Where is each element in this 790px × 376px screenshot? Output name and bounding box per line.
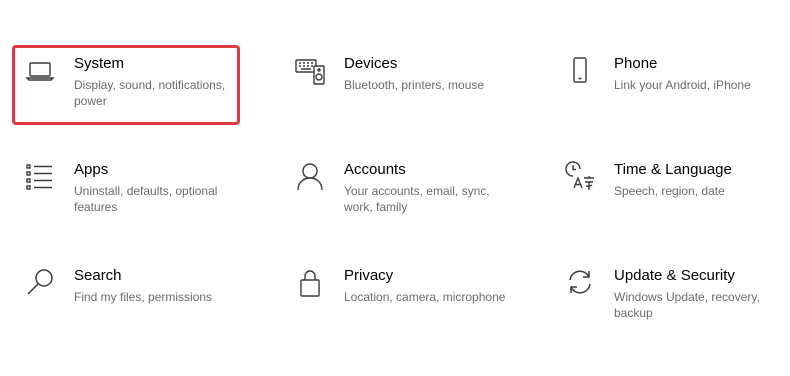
settings-tile-accounts[interactable]: Accounts Your accounts, email, sync, wor… — [286, 154, 526, 244]
tile-description: Location, camera, microphone — [344, 290, 506, 304]
phone-icon — [564, 54, 596, 86]
settings-tile-apps[interactable]: Apps Uninstall, defaults, optional featu… — [16, 154, 256, 244]
tile-title: Devices — [344, 55, 398, 72]
tile-title: Time & Language — [614, 161, 732, 178]
keyboard-speaker-icon — [294, 54, 326, 86]
selection-highlight — [12, 45, 240, 125]
apps-list-icon — [24, 160, 56, 192]
settings-tile-time-language[interactable]: Time & Language Speech, region, date — [556, 154, 790, 244]
settings-tile-search[interactable]: Search Find my files, permissions — [16, 260, 256, 350]
tile-description: Windows Update, recovery, backup — [614, 290, 760, 320]
settings-tile-update-security[interactable]: Update & Security Windows Update, recove… — [556, 260, 790, 350]
person-icon — [294, 160, 326, 192]
tile-title: Accounts — [344, 161, 406, 178]
tile-description: Your accounts, email, sync, work, family — [344, 184, 490, 214]
tile-description: Bluetooth, printers, mouse — [344, 78, 485, 92]
tile-description: Find my files, permissions — [74, 290, 213, 304]
tile-description: Uninstall, defaults, optional features — [74, 184, 218, 214]
magnifier-icon — [24, 266, 56, 298]
settings-tile-devices[interactable]: Devices Bluetooth, printers, mouse — [286, 48, 526, 138]
settings-tile-phone[interactable]: Phone Link your Android, iPhone — [556, 48, 790, 138]
tile-title: Apps — [74, 161, 109, 178]
tile-title: Privacy — [344, 267, 394, 284]
lock-icon — [294, 266, 326, 298]
clock-language-icon — [564, 160, 596, 192]
tile-title: Update & Security — [614, 267, 735, 284]
tile-title: Phone — [614, 55, 658, 72]
tile-description: Speech, region, date — [614, 184, 725, 198]
sync-arrows-icon — [564, 266, 596, 298]
tile-description: Link your Android, iPhone — [614, 78, 751, 92]
settings-tile-privacy[interactable]: Privacy Location, camera, microphone — [286, 260, 526, 350]
tile-title: Search — [74, 267, 122, 284]
